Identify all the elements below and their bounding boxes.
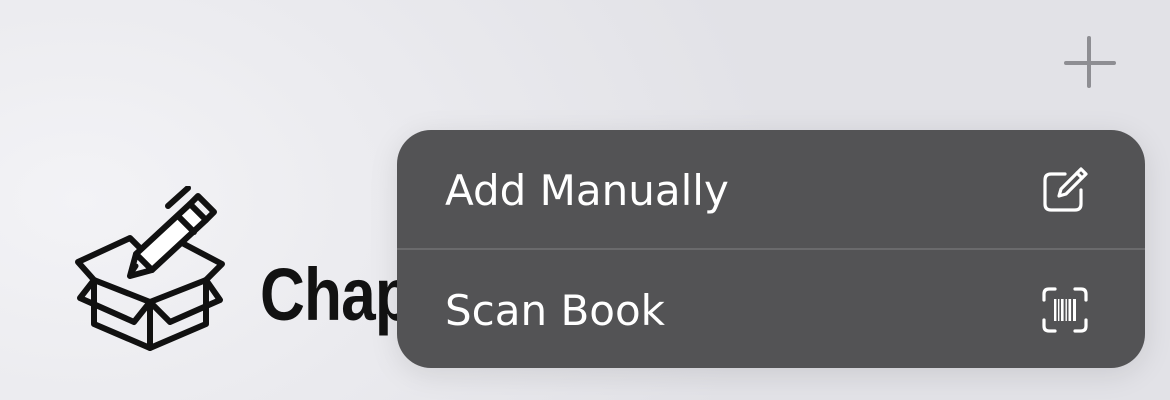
menu-item-scan-book[interactable]: Scan Book: [397, 250, 1145, 368]
add-book-menu: Add Manually Scan Book: [397, 130, 1145, 368]
add-button[interactable]: [1058, 30, 1120, 92]
square-and-pencil-icon: [1043, 167, 1088, 212]
menu-item-label: Add Manually: [445, 166, 729, 215]
barcode-viewfinder-icon: [1042, 287, 1088, 333]
menu-item-label: Scan Book: [445, 286, 665, 335]
app-logo: [72, 185, 228, 352]
menu-item-add-manually[interactable]: Add Manually: [397, 130, 1145, 248]
plus-icon: [1064, 36, 1116, 88]
app-title: Chap: [260, 253, 413, 336]
open-box-with-pen-icon: [75, 185, 225, 351]
